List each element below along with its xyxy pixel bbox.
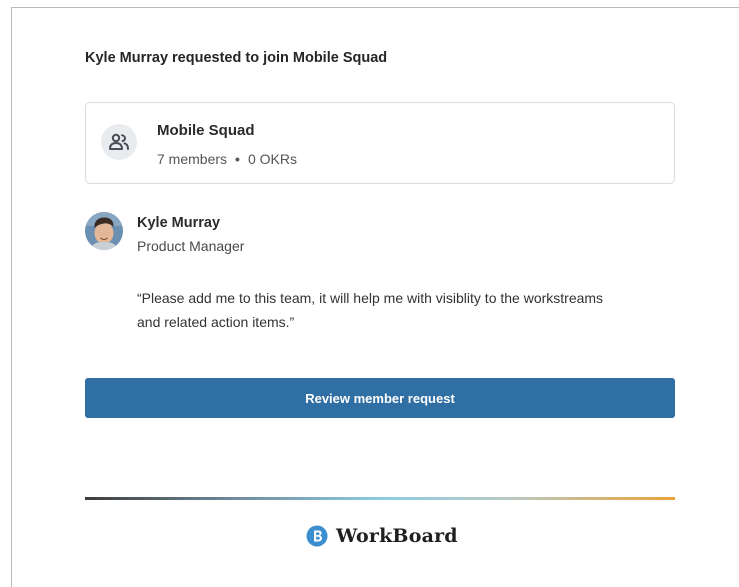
team-member-count: 7 members: [157, 151, 228, 167]
team-avatar: [101, 124, 137, 160]
review-member-request-button[interactable]: Review member request: [85, 378, 675, 418]
footer-divider: [85, 497, 675, 500]
avatar-photo: [85, 212, 123, 250]
team-card[interactable]: Mobile Squad 7 members • 0 OKRs: [85, 102, 675, 184]
requester-role: Product Manager: [137, 238, 245, 254]
team-meta: 7 members • 0 OKRs: [157, 151, 297, 167]
avatar: [85, 212, 123, 250]
team-icon: [109, 133, 129, 150]
requester-name: Kyle Murray: [137, 215, 221, 231]
request-headline: Kyle Murray requested to join Mobile Squ…: [85, 50, 388, 66]
brand-name: WorkBoard: [336, 525, 458, 547]
workboard-brand: WorkBoard: [306, 525, 458, 547]
workboard-logo-icon: [306, 525, 328, 547]
request-message: “Please add me to this team, it will hel…: [137, 290, 604, 330]
team-name: Mobile Squad: [157, 122, 255, 139]
meta-separator: •: [235, 151, 240, 167]
team-okr-count: 0 OKRs: [247, 151, 297, 167]
